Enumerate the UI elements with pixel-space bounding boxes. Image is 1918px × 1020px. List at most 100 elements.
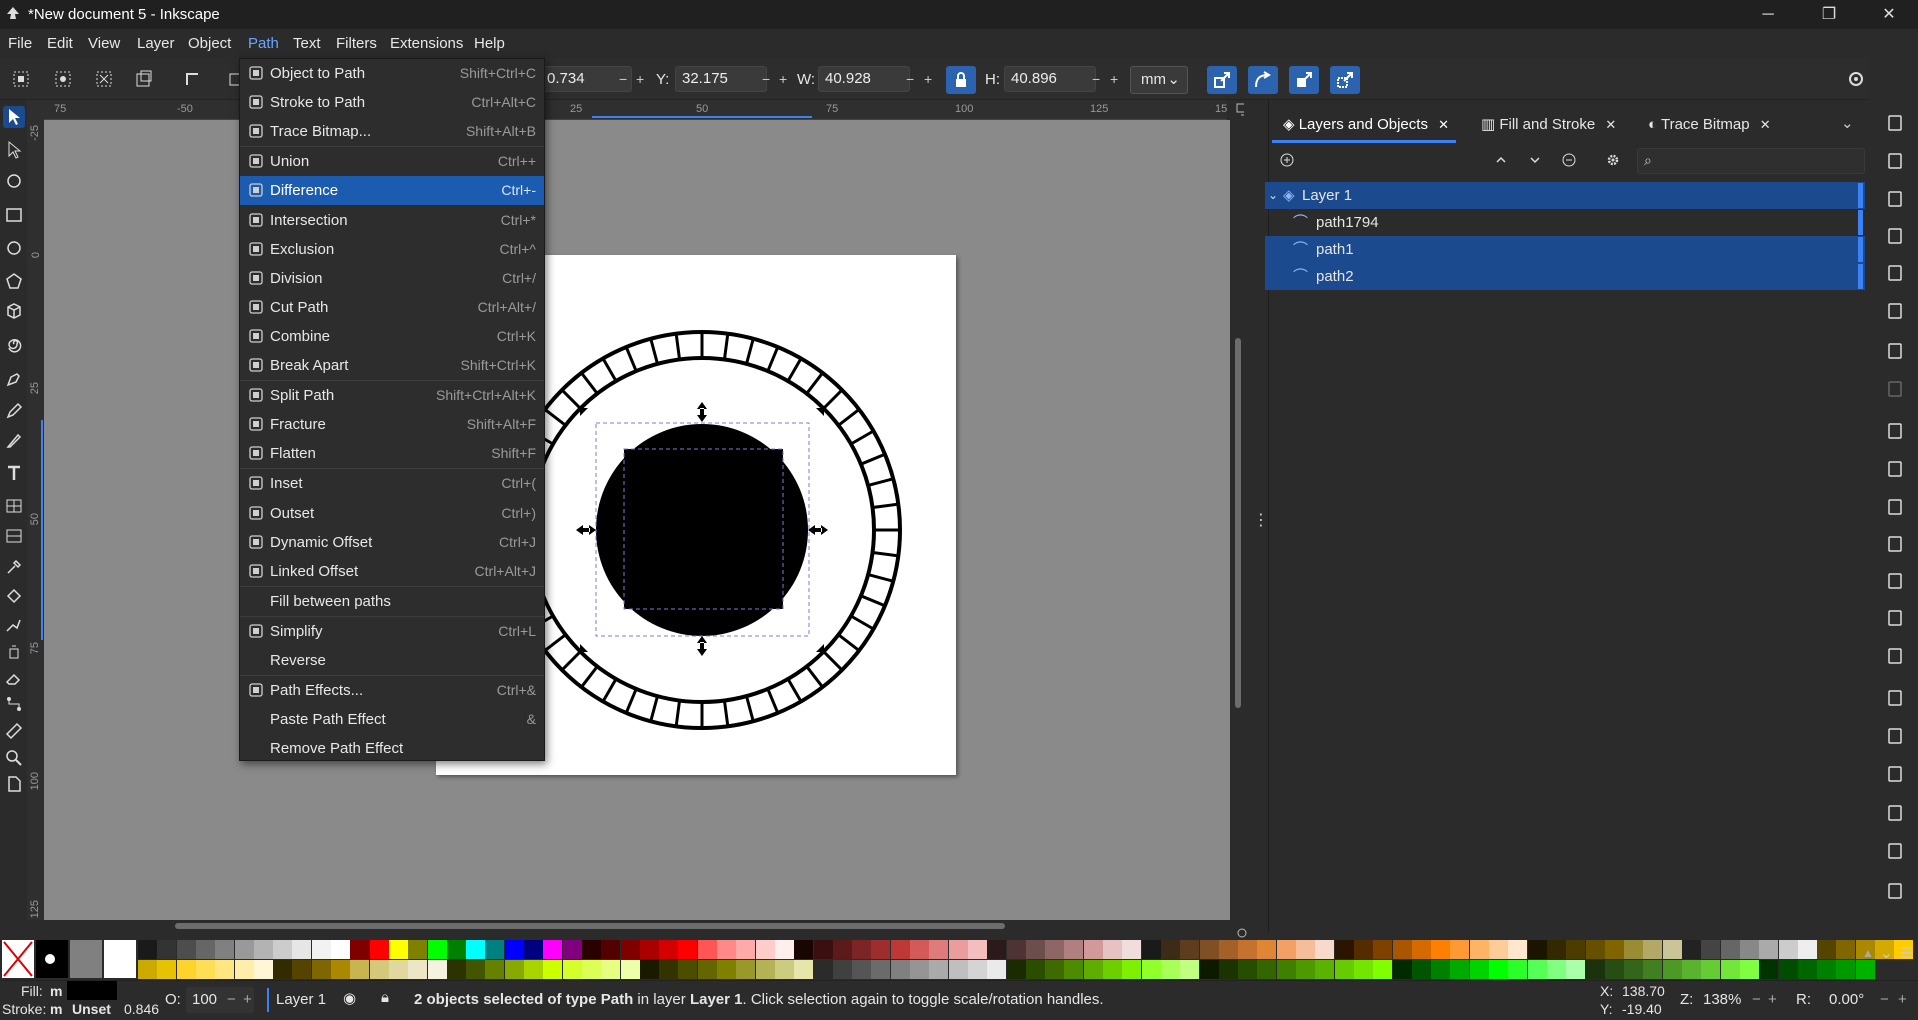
color-swatch[interactable]: [929, 940, 949, 959]
color-swatch[interactable]: [1025, 960, 1045, 979]
color-swatch[interactable]: [388, 960, 408, 979]
color-swatch[interactable]: [774, 940, 794, 959]
eye-icon[interactable]: ◉: [343, 989, 356, 1007]
print-icon[interactable]: [1884, 225, 1906, 247]
color-swatch[interactable]: [1701, 940, 1721, 959]
color-swatch[interactable]: [408, 960, 428, 979]
color-swatch[interactable]: [1218, 960, 1238, 979]
close-tab-icon[interactable]: ✕: [1605, 117, 1616, 132]
menu-item-combine[interactable]: Combine Ctrl+K: [240, 322, 544, 351]
color-swatch[interactable]: [388, 940, 408, 959]
color-swatch[interactable]: [871, 940, 891, 959]
color-swatch[interactable]: [1855, 960, 1875, 979]
color-swatch[interactable]: [1489, 960, 1508, 979]
color-swatch[interactable]: [1662, 960, 1682, 979]
color-swatch[interactable]: [1604, 960, 1624, 979]
undo-icon[interactable]: [1884, 340, 1906, 362]
color-swatch[interactable]: [736, 960, 756, 979]
color-swatch[interactable]: [176, 960, 196, 979]
color-swatch[interactable]: [331, 960, 350, 979]
menu-item-split-path[interactable]: Split Path Shift+Ctrl+Alt+K: [240, 381, 544, 410]
menu-item-path-effects[interactable]: Path Effects... Ctrl+&: [240, 676, 544, 705]
color-swatch[interactable]: [1797, 940, 1817, 959]
color-swatch[interactable]: [504, 940, 524, 959]
color-swatch[interactable]: [1199, 960, 1219, 979]
color-swatch[interactable]: [1739, 960, 1759, 979]
duplicate-icon[interactable]: [1884, 687, 1906, 709]
color-swatch[interactable]: [717, 940, 736, 959]
color-swatch[interactable]: [1103, 940, 1122, 959]
color-swatch[interactable]: [620, 940, 640, 959]
color-swatch[interactable]: [1353, 960, 1373, 979]
close-tab-icon[interactable]: ✕: [1438, 117, 1449, 132]
color-swatch[interactable]: [1083, 960, 1103, 979]
color-swatch[interactable]: [1624, 960, 1644, 979]
color-swatch[interactable]: [794, 960, 814, 979]
gray-swatch[interactable]: [70, 940, 102, 978]
color-swatch[interactable]: [987, 960, 1007, 979]
zoom-drawing-icon[interactable]: [1884, 570, 1906, 592]
color-swatch[interactable]: [967, 940, 987, 959]
color-swatch[interactable]: [948, 960, 968, 979]
menu-item-simplify[interactable]: Simplify Ctrl+L: [240, 617, 544, 646]
color-swatch[interactable]: [1257, 960, 1277, 979]
color-swatch[interactable]: [1141, 940, 1161, 959]
color-swatch[interactable]: [1759, 960, 1779, 979]
menu-item-division[interactable]: Division Ctrl+/: [240, 264, 544, 293]
color-swatch[interactable]: [678, 960, 698, 979]
color-swatch[interactable]: [369, 960, 389, 979]
color-swatch[interactable]: [1604, 940, 1624, 959]
color-swatch[interactable]: [1353, 940, 1373, 959]
color-swatch[interactable]: [292, 940, 312, 959]
opacity-increment[interactable]: +: [243, 991, 252, 1008]
color-swatch[interactable]: [1122, 960, 1142, 979]
color-swatch[interactable]: [1662, 940, 1682, 959]
color-swatch[interactable]: [1334, 940, 1354, 959]
color-swatch[interactable]: [1064, 960, 1084, 979]
color-swatch[interactable]: [369, 940, 389, 959]
color-swatch[interactable]: [1006, 960, 1026, 979]
color-swatch[interactable]: [910, 940, 929, 959]
stroke-width[interactable]: 0.846: [124, 1001, 159, 1017]
menu-item-dynamic-offset[interactable]: Dynamic Offset Ctrl+J: [240, 528, 544, 557]
color-swatch[interactable]: [427, 960, 447, 979]
tab-fill-and-stroke[interactable]: ▥ Fill and Stroke ✕: [1481, 112, 1616, 138]
color-swatch[interactable]: [1141, 960, 1161, 979]
color-swatch[interactable]: [1373, 960, 1393, 979]
fill-indicator[interactable]: [67, 981, 117, 1000]
color-swatch[interactable]: [1315, 960, 1335, 979]
rotation-increment[interactable]: +: [1898, 991, 1907, 1008]
color-swatch[interactable]: [1836, 940, 1856, 959]
color-swatch[interactable]: [1431, 940, 1451, 959]
move-down-icon[interactable]: [1526, 151, 1544, 169]
color-swatch[interactable]: [755, 940, 775, 959]
ungroup-icon[interactable]: [1884, 840, 1906, 862]
color-swatch[interactable]: [1257, 940, 1277, 959]
menu-item-remove-path-effect[interactable]: Remove Path Effect: [240, 734, 544, 763]
menu-item-object-to-path[interactable]: Object to Path Shift+Ctrl+C: [240, 59, 544, 88]
color-swatch[interactable]: [1682, 940, 1701, 959]
color-swatch[interactable]: [1585, 940, 1605, 959]
menu-item-exclusion[interactable]: Exclusion Ctrl+^: [240, 235, 544, 264]
color-swatch[interactable]: [1045, 940, 1065, 959]
color-swatch[interactable]: [1527, 960, 1547, 979]
color-swatch[interactable]: [157, 960, 177, 979]
color-swatch[interactable]: [1411, 940, 1431, 959]
cut-icon[interactable]: [1884, 458, 1906, 480]
color-swatch[interactable]: [273, 960, 293, 979]
color-swatch[interactable]: [562, 960, 582, 979]
canvas-lock-icon[interactable]: [1235, 926, 1249, 940]
menu-item-cut-path[interactable]: Cut Path Ctrl+Alt+/: [240, 293, 544, 322]
color-swatch[interactable]: [929, 960, 949, 979]
color-swatch[interactable]: [1238, 940, 1258, 959]
color-swatch[interactable]: [466, 960, 486, 979]
more-commands-icon[interactable]: [1884, 880, 1906, 902]
menu-item-intersection[interactable]: Intersection Ctrl+*: [240, 206, 544, 235]
color-swatch[interactable]: [1585, 960, 1605, 979]
color-swatch[interactable]: [852, 960, 872, 979]
color-swatch[interactable]: [176, 940, 196, 959]
rotation-field[interactable]: 0.00°: [1829, 991, 1864, 1008]
menu-item-flatten[interactable]: Flatten Shift+F: [240, 439, 544, 468]
color-swatch[interactable]: [1643, 960, 1663, 979]
color-swatch[interactable]: [659, 960, 679, 979]
